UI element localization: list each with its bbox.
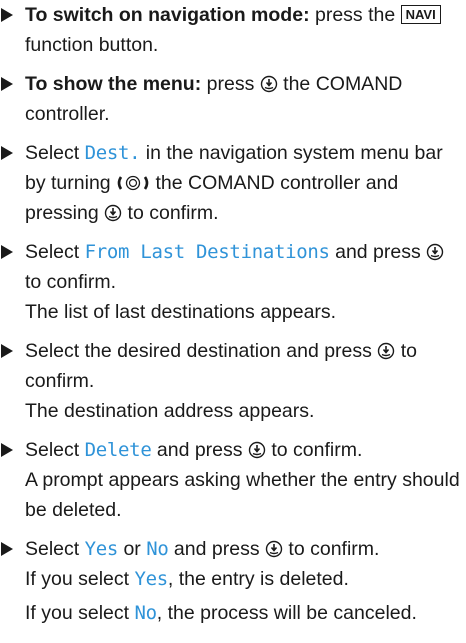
navi-key-label: NAVI <box>400 5 441 24</box>
menu-item-dest: Dest. <box>84 142 141 164</box>
bullet-arrow-icon <box>1 443 13 457</box>
instruction-list: To switch on navigation mode: press the … <box>0 0 466 628</box>
step-show-menu: To show the menu: press the COMAND contr… <box>0 69 463 129</box>
option-no: No <box>134 602 157 624</box>
step-result: The list of last destinations appears. <box>25 301 337 323</box>
step-switch-navigation: To switch on navigation mode: press the … <box>0 0 463 60</box>
bullet-arrow-icon <box>1 146 13 160</box>
controller-press-icon <box>260 75 278 93</box>
step-select-delete: Select Delete and press to confirm. A pr… <box>0 435 463 525</box>
option-yes: Yes <box>84 538 119 560</box>
bullet-arrow-icon <box>1 542 13 556</box>
controller-press-icon <box>248 441 266 459</box>
step-from-last-destinations: Select From Last Destinations and press … <box>0 237 463 327</box>
bullet-arrow-icon <box>1 77 13 91</box>
step-result-yes: If you select Yes, the entry is deleted. <box>25 568 349 590</box>
bullet-arrow-icon <box>1 344 13 358</box>
step-select-dest: Select Dest. in the navigation system me… <box>0 138 463 228</box>
option-yes: Yes <box>134 568 168 590</box>
step-result-no: If you select No, the process will be ca… <box>25 602 417 624</box>
menu-item-delete: Delete <box>84 439 152 461</box>
step-confirm-yes-no: Select Yes or No and press to confirm. I… <box>0 534 463 628</box>
controller-press-icon <box>265 540 283 558</box>
step-heading: To switch on navigation mode: <box>25 4 310 26</box>
menu-item-from-last-destinations: From Last Destinations <box>84 241 330 263</box>
controller-press-icon <box>426 243 444 261</box>
step-result: The destination address appears. <box>25 400 315 422</box>
step-result: A prompt appears asking whether the entr… <box>25 469 460 521</box>
bullet-arrow-icon <box>1 245 13 259</box>
controller-turn-icon <box>116 174 150 192</box>
step-heading: To show the menu: <box>25 73 202 95</box>
bullet-arrow-icon <box>1 8 13 22</box>
controller-press-icon <box>104 204 122 222</box>
controller-press-icon <box>377 342 395 360</box>
step-select-destination: Select the desired destination and press… <box>0 336 463 426</box>
option-no: No <box>146 538 169 560</box>
